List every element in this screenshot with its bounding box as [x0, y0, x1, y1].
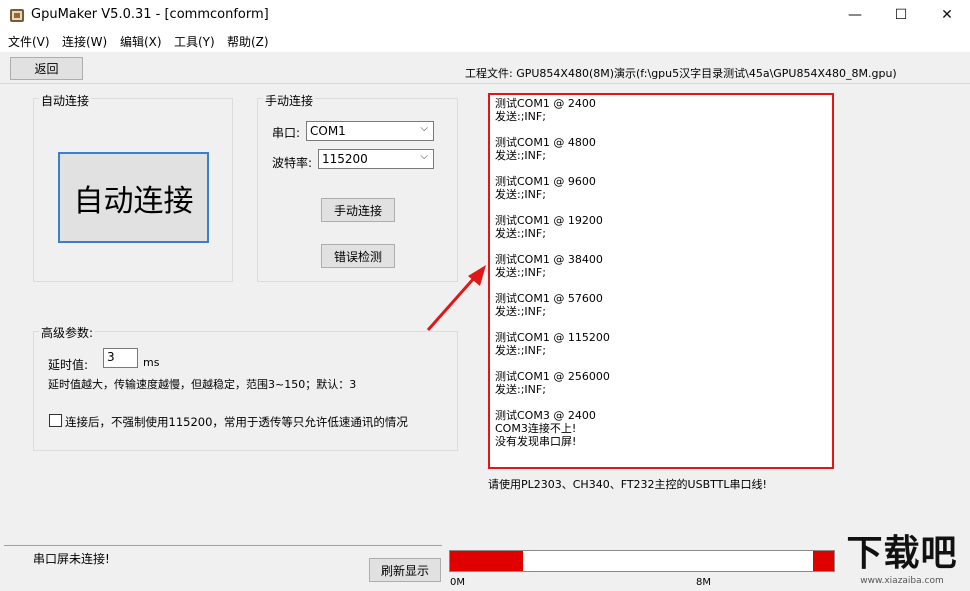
- delay-unit: ms: [143, 356, 160, 369]
- progress-mid-label: 8M: [696, 577, 711, 588]
- auto-connect-title: 自动连接: [39, 92, 92, 109]
- arrow-annotation-icon: [426, 265, 486, 331]
- toolbar-divider: [0, 83, 970, 84]
- window-title: GpuMaker V5.0.31 - [commconform]: [31, 7, 269, 22]
- error-check-button[interactable]: 错误检测: [321, 244, 395, 268]
- log-line: 测试COM3 @ 2400: [495, 409, 596, 422]
- log-line: 测试COM1 @ 256000: [495, 370, 610, 383]
- chevron-down-icon: ⌵: [420, 151, 428, 162]
- log-line: 发送:;INF;: [495, 149, 546, 162]
- auto-connect-button[interactable]: 自动连接: [58, 152, 209, 243]
- log-content: 测试COM1 @ 2400 发送:;INF; 测试COM1 @ 4800 发送:;IN…: [490, 95, 832, 448]
- log-entry: 测试COM1 @ 115200 发送:;INF;: [495, 331, 832, 357]
- close-button[interactable]: ✕: [924, 0, 970, 30]
- log-line: 测试COM1 @ 115200: [495, 331, 610, 344]
- menu-edit[interactable]: 编辑(X): [120, 33, 162, 50]
- progress-used-end: [813, 551, 834, 571]
- log-entry: 测试COM1 @ 57600 发送:;INF;: [495, 292, 832, 318]
- delay-label: 延时值:: [48, 358, 89, 372]
- log-line: COM3连接不上!: [495, 422, 577, 435]
- menu-file[interactable]: 文件(V): [8, 33, 50, 50]
- log-line: 发送:;INF;: [495, 344, 546, 357]
- baud-value: 115200: [322, 152, 368, 166]
- minimize-button[interactable]: —: [832, 0, 878, 30]
- watermark: 下载吧 www.xiazaiba.com: [838, 533, 968, 589]
- log-line: 发送:;INF;: [495, 266, 546, 279]
- log-line: 测试COM1 @ 57600: [495, 292, 603, 305]
- delay-input[interactable]: 3: [103, 348, 138, 368]
- advanced-title: 高级参数:: [39, 324, 96, 341]
- low-speed-checkbox[interactable]: [49, 414, 62, 427]
- delay-hint: 延时值越大，传输速度越慢，但越稳定，范围3~150；默认：3: [48, 378, 357, 391]
- log-entry: 测试COM1 @ 4800 发送:;INF;: [495, 136, 832, 162]
- menu-connect[interactable]: 连接(W): [62, 33, 107, 50]
- log-entry: 测试COM1 @ 2400 发送:;INF;: [495, 97, 832, 123]
- log-entry: 测试COM1 @ 256000 发送:;INF;: [495, 370, 832, 396]
- menu-tools[interactable]: 工具(Y): [174, 33, 215, 50]
- manual-connect-title: 手动连接: [263, 92, 316, 109]
- menu-help[interactable]: 帮助(Z): [227, 33, 269, 50]
- close-icon: ✕: [941, 7, 953, 23]
- log-line: 测试COM1 @ 2400: [495, 97, 596, 110]
- log-line: 测试COM1 @ 9600: [495, 175, 596, 188]
- watermark-url: www.xiazaiba.com: [860, 576, 944, 586]
- status-text: 串口屏未连接!: [33, 552, 110, 566]
- watermark-logo: 下载吧: [846, 533, 958, 574]
- log-line: 发送:;INF;: [495, 110, 546, 123]
- manual-connect-button[interactable]: 手动连接: [321, 198, 395, 222]
- chevron-down-icon: ⌵: [420, 123, 428, 134]
- log-line: 发送:;INF;: [495, 305, 546, 318]
- log-entry: 测试COM3 @ 2400 COM3连接不上! 没有发现串口屏!: [495, 409, 832, 448]
- low-speed-checkbox-label: 连接后，不强制使用115200，常用于透传等只允许低速通讯的情况: [65, 415, 408, 429]
- log-line: 没有发现串口屏!: [495, 435, 577, 448]
- log-line: 测试COM1 @ 38400: [495, 253, 603, 266]
- app-icon: [9, 7, 25, 23]
- back-button[interactable]: 返回: [10, 57, 83, 80]
- cable-hint: 请使用PL2303、CH340、FT232主控的USBTTL串口线!: [488, 478, 767, 491]
- log-line: 发送:;INF;: [495, 383, 546, 396]
- project-file-label: 工程文件: GPU854X480(8M)演示(f:\gpu5汉字目录测试\45a…: [465, 67, 897, 80]
- memory-progress-bar: [449, 550, 835, 572]
- refresh-button[interactable]: 刷新显示: [369, 558, 441, 582]
- log-line: 发送:;INF;: [495, 227, 546, 240]
- baud-select[interactable]: 115200 ⌵: [318, 149, 434, 169]
- log-line: 测试COM1 @ 19200: [495, 214, 603, 227]
- log-entry: 测试COM1 @ 38400 发送:;INF;: [495, 253, 832, 279]
- log-line: 发送:;INF;: [495, 188, 546, 201]
- port-label: 串口:: [272, 126, 301, 140]
- progress-min-label: 0M: [450, 577, 465, 588]
- port-select[interactable]: COM1 ⌵: [306, 121, 434, 141]
- log-line: 测试COM1 @ 4800: [495, 136, 596, 149]
- log-entry: 测试COM1 @ 19200 发送:;INF;: [495, 214, 832, 240]
- port-value: COM1: [310, 124, 346, 138]
- connection-log: 测试COM1 @ 2400 发送:;INF; 测试COM1 @ 4800 发送:;IN…: [488, 93, 834, 469]
- baud-label: 波特率:: [272, 156, 313, 170]
- maximize-icon: ☐: [894, 7, 908, 23]
- minimize-icon: —: [848, 7, 862, 23]
- maximize-button[interactable]: ☐: [878, 0, 924, 30]
- log-entry: 测试COM1 @ 9600 发送:;INF;: [495, 175, 832, 201]
- progress-used-start: [450, 551, 523, 571]
